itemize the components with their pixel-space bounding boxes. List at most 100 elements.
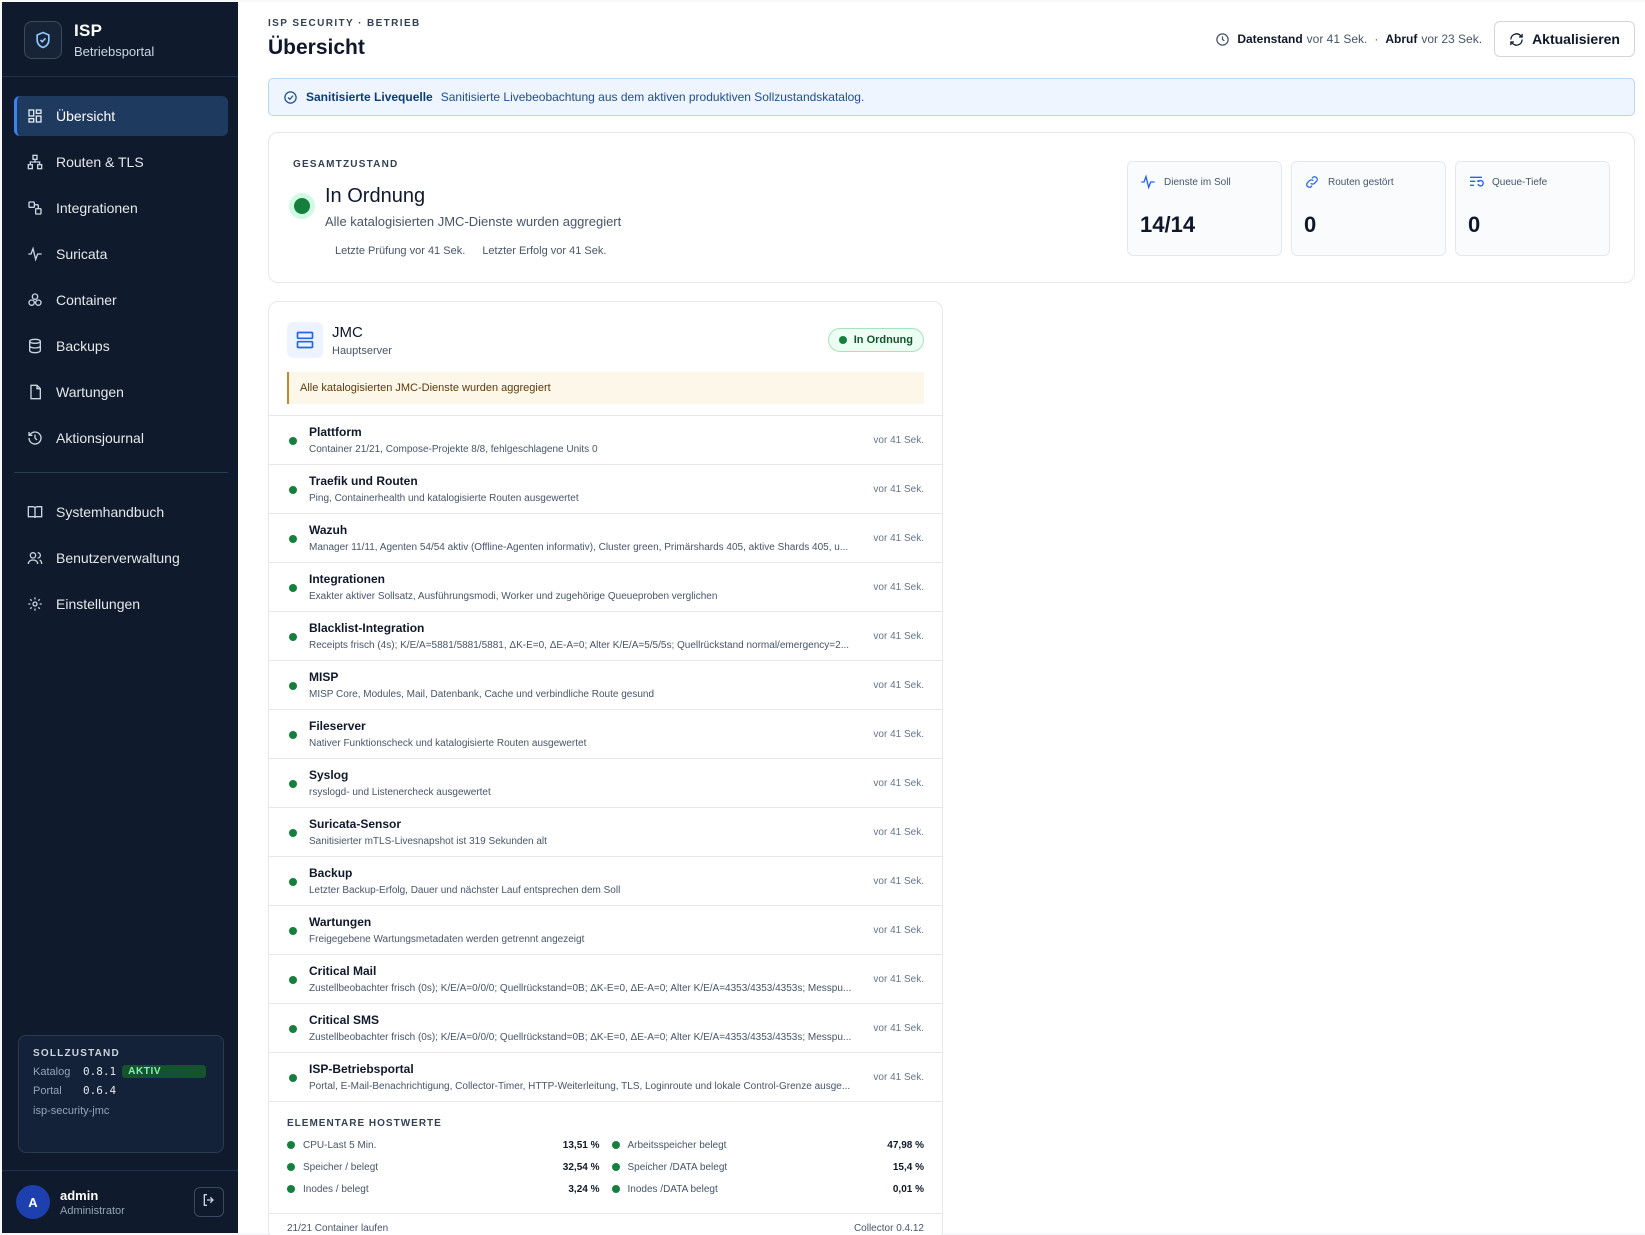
overall-status: In Ordnung: [325, 185, 426, 207]
avatar[interactable]: A: [16, 1185, 50, 1219]
service-check-row[interactable]: ISP-Betriebsportal Portal, E-Mail-Benachr…: [269, 1053, 942, 1102]
hostvalue-item: CPU-Last 5 Min. 13,51 %: [287, 1137, 600, 1153]
sollzustand-panel: SOLLZUSTAND Katalog 0.8.1 AKTIV Portal 0…: [18, 1035, 224, 1153]
host-card-jmc: JMC Hauptserver In Ordnung Alle katalogi…: [268, 301, 943, 1235]
kpi-label: Routen gestört: [1328, 176, 1394, 188]
kpi-value: 0: [1304, 212, 1317, 237]
check-time: vor 41 Sek.: [873, 827, 924, 838]
service-check-row[interactable]: Critical Mail Zustellbeobachter frisch (0…: [269, 955, 942, 1004]
brand-title: ISP: [74, 21, 103, 40]
check-name: Backup: [309, 866, 353, 880]
check-description: Freigegebene Wartungsmetadaten werden ge…: [309, 934, 585, 945]
status-dot: [289, 437, 297, 445]
nav-item-backups[interactable]: Backups: [14, 326, 228, 366]
check-time: vor 41 Sek.: [873, 631, 924, 642]
overall-description: Alle katalogisierten JMC-Dienste wurden …: [325, 214, 622, 229]
overall-meta: Letzte Prüfung vor 41 Sek. Letzter Erfol…: [335, 245, 620, 257]
check-time: vor 41 Sek.: [873, 925, 924, 936]
nav-item-aktionsjournal[interactable]: Aktionsjournal: [14, 418, 228, 458]
check-description: Manager 11/11, Agenten 54/54 aktiv (Offl…: [309, 542, 849, 553]
users-icon: [26, 549, 44, 567]
check-name: Suricata-Sensor: [309, 817, 402, 831]
check-time: vor 41 Sek.: [873, 1023, 924, 1034]
service-check-row[interactable]: Critical SMS Zustellbeobachter frisch (0s…: [269, 1004, 942, 1053]
check-time: vor 41 Sek.: [873, 876, 924, 887]
nav-label: Systemhandbuch: [56, 504, 165, 520]
service-check-row[interactable]: Traefik und Routen Ping, Containerhealth …: [269, 465, 942, 514]
refresh-icon: [1509, 32, 1524, 47]
service-check-row[interactable]: Syslog rsyslogd- und Listenercheck ausgew…: [269, 759, 942, 808]
nav-label: Container: [56, 292, 117, 308]
hostvalue-label: CPU-Last 5 Min.: [303, 1139, 377, 1151]
hostvalue-item: Inodes / belegt 3,24 %: [287, 1181, 600, 1197]
overall-label: GESAMTZUSTAND: [293, 159, 399, 170]
nav-item-einstellungen[interactable]: Einstellungen: [14, 584, 228, 624]
nav-label: Integrationen: [56, 200, 138, 216]
banner-text: Sanitisierte Livebeobachtung aus dem akt…: [440, 90, 865, 104]
brand-subtitle: Betriebsportal: [74, 44, 155, 59]
check-name: Wazuh: [309, 523, 348, 537]
check-name: Traefik und Routen: [309, 474, 418, 488]
service-check-row[interactable]: Blacklist-Integration Receipts frisch (4s…: [269, 612, 942, 661]
document-icon: [26, 383, 44, 401]
check-name: Syslog: [309, 768, 349, 782]
status-dot: [289, 780, 297, 788]
service-check-row[interactable]: Integrationen Exakter aktiver Sollsatz, A…: [269, 563, 942, 612]
check-time: vor 41 Sek.: [873, 778, 924, 789]
service-check-row[interactable]: Plattform Container 21/21, Compose-Projek…: [269, 416, 942, 465]
kpi-value: 0: [1468, 212, 1481, 237]
live-source-banner: Sanitisierte Livequelle Sanitisierte Liv…: [268, 78, 1635, 116]
nav-item-wartungen[interactable]: Wartungen: [14, 372, 228, 412]
check-description: Letzter Backup-Erfolg, Dauer und nächste…: [309, 885, 621, 896]
check-name: ISP-Betriebsportal: [309, 1062, 414, 1076]
nav-item-container[interactable]: Container: [14, 280, 228, 320]
containers-icon: [26, 291, 44, 309]
nav-divider: [14, 472, 228, 473]
overall-status-card: GESAMTZUSTAND In Ordnung Alle katalogisi…: [268, 132, 1635, 283]
hostvalue-label: Inodes / belegt: [303, 1183, 369, 1195]
hostvalue-value: 32,54 %: [562, 1161, 600, 1173]
clock-icon: [1215, 32, 1230, 47]
hostvalue-label: Speicher / belegt: [303, 1161, 379, 1173]
status-dot: [287, 1185, 295, 1193]
service-check-row[interactable]: Suricata-Sensor Sanitisierter mTLS-Livesn…: [269, 808, 942, 857]
nav-item-benutzerverwaltung[interactable]: Benutzerverwaltung: [14, 538, 228, 578]
nav-item-integrationen[interactable]: Integrationen: [14, 188, 228, 228]
activity-icon: [26, 245, 44, 263]
link-icon: [1304, 174, 1328, 190]
hostvalue-item: Inodes /DATA belegt 0,01 %: [611, 1181, 924, 1197]
katalog-label: Katalog: [33, 1065, 71, 1078]
logout-button[interactable]: [194, 1187, 224, 1217]
hostvalues-grid: CPU-Last 5 Min. 13,51 % Arbeitsspeicher be…: [287, 1137, 924, 1197]
status-dot: [289, 927, 297, 935]
kpi-group: Dienste im Soll 14/14 Routen gestört 0 Q…: [1118, 161, 1610, 256]
brand[interactable]: ISP Betriebsportal: [24, 18, 154, 62]
abruf-label: Abruf: [1385, 32, 1418, 46]
check-time: vor 41 Sek.: [873, 1072, 924, 1083]
primary-nav: Übersicht Routen & TLS Integrationen Sur…: [14, 96, 228, 487]
kpi-routen-gestoert: Routen gestört 0: [1291, 161, 1446, 256]
nav-item-uebersicht[interactable]: Übersicht: [14, 96, 228, 136]
check-description: Zustellbeobachter frisch (0s); K/E/A=0/0…: [309, 983, 852, 994]
secondary-nav: Systemhandbuch Benutzerverwaltung Einste…: [14, 492, 228, 630]
service-check-row[interactable]: Backup Letzter Backup-Erfolg, Dauer und n…: [269, 857, 942, 906]
refresh-button[interactable]: Aktualisieren: [1494, 21, 1635, 57]
service-check-row[interactable]: Wartungen Freigegebene Wartungsmetadaten …: [269, 906, 942, 955]
service-check-row[interactable]: MISP MISP Core, Modules, Mail, Datenbank,…: [269, 661, 942, 710]
status-dot: [289, 535, 297, 543]
status-dot: [289, 584, 297, 592]
database-icon: [26, 337, 44, 355]
nav-item-routen-tls[interactable]: Routen & TLS: [14, 142, 228, 182]
nav-label: Wartungen: [56, 384, 124, 400]
hostvalue-label: Inodes /DATA belegt: [627, 1183, 718, 1195]
service-check-row[interactable]: Fileserver Nativer Funktionscheck und kat…: [269, 710, 942, 759]
portal-version: 0.6.4: [83, 1084, 117, 1097]
nav-item-suricata[interactable]: Suricata: [14, 234, 228, 274]
check-name: Plattform: [309, 425, 362, 439]
dashboard-icon: [26, 107, 44, 125]
nav-item-systemhandbuch[interactable]: Systemhandbuch: [14, 492, 228, 532]
check-time: vor 41 Sek.: [873, 974, 924, 985]
check-name: Critical Mail: [309, 964, 377, 978]
service-check-row[interactable]: Wazuh Manager 11/11, Agenten 54/54 aktiv …: [269, 514, 942, 563]
check-description: Receipts frisch (4s); K/E/A=5881/5881/58…: [309, 640, 850, 651]
